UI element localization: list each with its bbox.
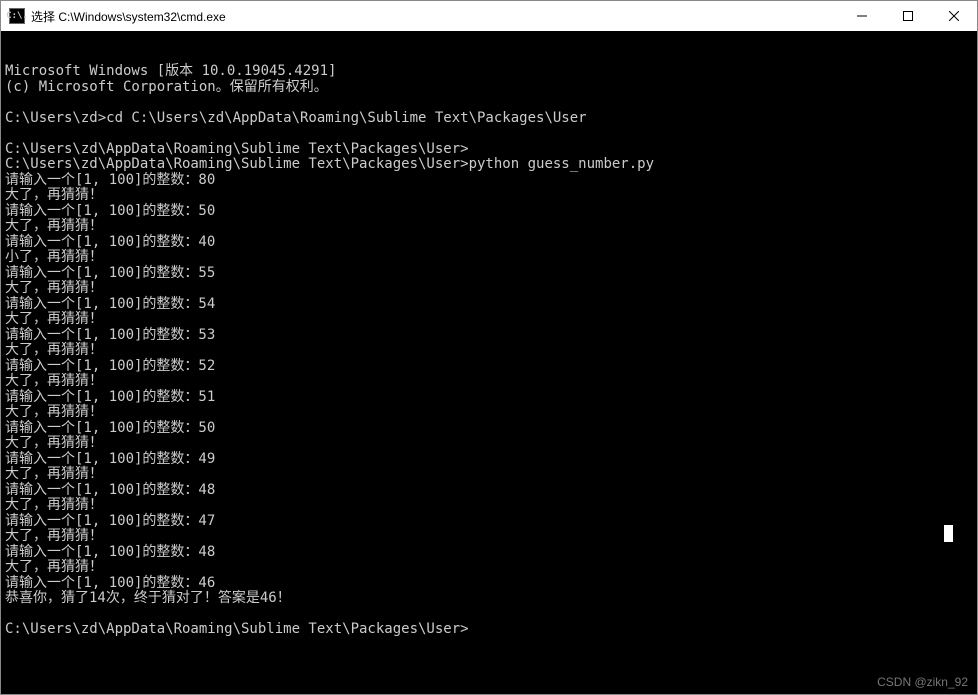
terminal-line: C:\Users\zd>cd C:\Users\zd\AppData\Roami…: [5, 111, 977, 127]
terminal-line: 请输入一个[1, 100]的整数：51: [5, 390, 977, 406]
terminal-line: 大了，再猜猜！: [5, 529, 977, 545]
terminal-line: 大了，再猜猜！: [5, 560, 977, 576]
terminal-line: 大了，再猜猜！: [5, 467, 977, 483]
terminal-line: 大了，再猜猜！: [5, 343, 977, 359]
terminal-line: 请输入一个[1, 100]的整数：52: [5, 359, 977, 375]
terminal-line: Microsoft Windows [版本 10.0.19045.4291]: [5, 64, 977, 80]
maximize-button[interactable]: [885, 1, 931, 31]
terminal-line: 大了，再猜猜！: [5, 312, 977, 328]
terminal-line: 请输入一个[1, 100]的整数：48: [5, 545, 977, 561]
terminal-line: 请输入一个[1, 100]的整数：50: [5, 421, 977, 437]
terminal-output[interactable]: Microsoft Windows [版本 10.0.19045.4291](c…: [1, 31, 977, 694]
terminal-line: 恭喜你，猜了14次，终于猜对了！答案是46！: [5, 591, 977, 607]
terminal-line: 请输入一个[1, 100]的整数：50: [5, 204, 977, 220]
terminal-line: 大了，再猜猜！: [5, 281, 977, 297]
window-title: 选择 C:\Windows\system32\cmd.exe: [31, 8, 839, 25]
terminal-line: 请输入一个[1, 100]的整数：40: [5, 235, 977, 251]
watermark: CSDN @zikn_92: [877, 675, 968, 689]
terminal-line: 小了，再猜猜！: [5, 250, 977, 266]
terminal-line: 大了，再猜猜！: [5, 405, 977, 421]
titlebar[interactable]: C:\. 选择 C:\Windows\system32\cmd.exe: [1, 1, 977, 31]
cmd-window: C:\. 选择 C:\Windows\system32\cmd.exe Micr…: [0, 0, 978, 695]
terminal-line: 请输入一个[1, 100]的整数：80: [5, 173, 977, 189]
text-cursor: [944, 525, 953, 542]
terminal-line: C:\Users\zd\AppData\Roaming\Sublime Text…: [5, 622, 977, 638]
window-controls: [839, 1, 977, 31]
cmd-icon: C:\.: [9, 8, 25, 24]
terminal-line: 请输入一个[1, 100]的整数：48: [5, 483, 977, 499]
terminal-line: (c) Microsoft Corporation。保留所有权利。: [5, 80, 977, 96]
terminal-line: [5, 126, 977, 142]
terminal-line: [5, 607, 977, 623]
terminal-line: 请输入一个[1, 100]的整数：54: [5, 297, 977, 313]
terminal-line: 请输入一个[1, 100]的整数：46: [5, 576, 977, 592]
terminal-line: 请输入一个[1, 100]的整数：49: [5, 452, 977, 468]
terminal-line: C:\Users\zd\AppData\Roaming\Sublime Text…: [5, 157, 977, 173]
terminal-line: 请输入一个[1, 100]的整数：53: [5, 328, 977, 344]
terminal-line: [5, 95, 977, 111]
terminal-line: 大了，再猜猜！: [5, 188, 977, 204]
terminal-line: 大了，再猜猜！: [5, 436, 977, 452]
terminal-line: 请输入一个[1, 100]的整数：47: [5, 514, 977, 530]
minimize-button[interactable]: [839, 1, 885, 31]
terminal-line: 大了，再猜猜！: [5, 219, 977, 235]
terminal-line: C:\Users\zd\AppData\Roaming\Sublime Text…: [5, 142, 977, 158]
terminal-line: 大了，再猜猜！: [5, 498, 977, 514]
terminal-line: 大了，再猜猜！: [5, 374, 977, 390]
terminal-line: 请输入一个[1, 100]的整数：55: [5, 266, 977, 282]
close-button[interactable]: [931, 1, 977, 31]
